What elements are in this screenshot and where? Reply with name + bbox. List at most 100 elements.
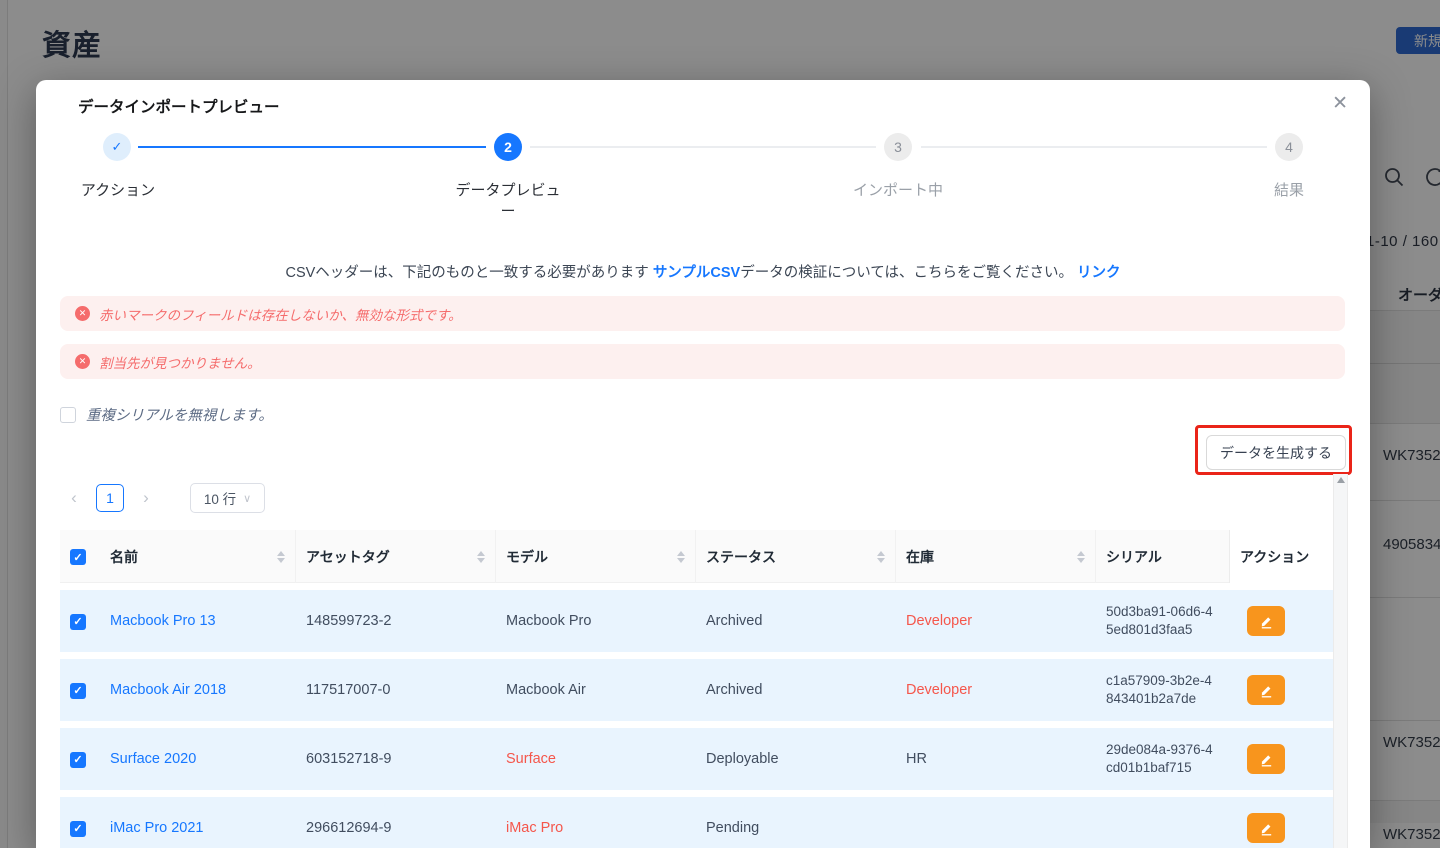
check-icon: ✓ [112,139,123,155]
column-header-serial[interactable]: シリアル [1096,530,1229,583]
step-3-circle: 3 [884,133,912,161]
prev-page-icon[interactable]: ‹ [60,488,88,508]
model-cell: Surface [496,751,696,767]
preview-table: ✓ 名前 アセットタグ モデル ステータス [60,530,1333,848]
edit-row-button[interactable] [1247,744,1285,774]
table-pagination: ‹ 1 › 10 行 ∨ [60,483,265,513]
column-header-asset-tag[interactable]: アセットタグ [296,530,496,583]
serial-cell: 29de084a-9376-4 cd01b1baf715 [1096,741,1229,777]
serial-cell: 50d3ba91-06d6-4 5ed801d3faa5 [1096,603,1229,639]
generate-data-button[interactable]: データを生成する [1206,435,1346,470]
row-checkbox[interactable]: ✓ [70,683,86,699]
status-cell: Archived [696,613,896,629]
row-checkbox[interactable]: ✓ [70,614,86,630]
edit-row-button[interactable] [1247,606,1285,636]
step-4-circle: 4 [1275,133,1303,161]
step-3-label: インポート中 [848,180,948,201]
ignore-duplicates-row: 重複シリアルを無視します。 [60,404,273,425]
asset-tag-cell: 117517007-0 [296,682,496,698]
step-2-circle: 2 [494,133,522,161]
sort-icon[interactable] [877,551,885,563]
scroll-up-icon[interactable] [1337,477,1345,483]
step-4-label: 結果 [1259,180,1319,201]
step-1-label: アクション [78,180,158,201]
column-header-label: 名前 [110,547,138,567]
edit-row-button[interactable] [1247,813,1285,843]
select-all-cell: ✓ [60,548,100,566]
sort-icon[interactable] [277,551,285,563]
stock-cell: HR [896,751,1096,767]
error-alert: ✕ 赤いマークのフィールドは存在しないか、無効な形式です。 [60,296,1345,331]
validation-link[interactable]: リンク [1077,265,1121,281]
serial-cell: c1a57909-3b2e-4 843401b2a7de [1096,672,1229,708]
column-header-action: アクション [1229,530,1333,583]
csv-header-info: CSVヘッダーは、下記のものと一致する必要があります サンプルCSVデータの検証… [36,261,1370,282]
column-header-label: ステータス [706,547,776,567]
serial-line: 5ed801d3faa5 [1106,621,1229,639]
table-row: ✓ Macbook Pro 13 148599723-2 Macbook Pro… [60,583,1333,652]
stock-cell: Developer [896,682,1096,698]
serial-line: cd01b1baf715 [1106,759,1229,777]
asset-tag-cell: 296612694-9 [296,820,496,836]
asset-name-link[interactable]: iMac Pro 2021 [100,820,296,836]
info-text: データの検証については、こちらをご覧ください。 [740,265,1073,281]
column-header-name[interactable]: 名前 [100,530,296,583]
pencil-icon [1259,683,1274,698]
column-header-label: アクション [1240,547,1309,567]
column-header-model[interactable]: モデル [496,530,696,583]
step-connector [530,146,876,148]
error-alert-text: 割当先が見つかりません。 [99,352,261,372]
chevron-down-icon: ∨ [243,492,251,505]
step-number: 2 [504,139,512,155]
serial-line: 50d3ba91-06d6-4 [1106,603,1229,621]
select-all-checkbox[interactable]: ✓ [70,549,86,565]
page-number-button[interactable]: 1 [96,484,124,512]
page-size-value: 10 行 [204,488,236,508]
sort-icon[interactable] [1077,551,1085,563]
edit-row-button[interactable] [1247,675,1285,705]
asset-tag-cell: 148599723-2 [296,613,496,629]
model-cell: iMac Pro [496,820,696,836]
sort-icon[interactable] [477,551,485,563]
step-1-circle: ✓ [103,133,131,161]
step-2-label: データプレビュー [449,180,567,222]
step-connector [921,146,1267,148]
column-header-label: 在庫 [906,547,934,567]
close-icon[interactable]: ✕ [1332,94,1348,113]
table-scrollbar[interactable] [1333,474,1348,848]
asset-name-link[interactable]: Macbook Pro 13 [100,613,296,629]
error-circle-icon: ✕ [75,306,90,321]
sample-csv-link[interactable]: サンプルCSV [653,265,740,281]
model-cell: Macbook Pro [496,613,696,629]
column-header-status[interactable]: ステータス [696,530,896,583]
sort-icon[interactable] [677,551,685,563]
pencil-icon [1259,614,1274,629]
asset-tag-cell: 603152718-9 [296,751,496,767]
row-checkbox[interactable]: ✓ [70,752,86,768]
serial-line: 843401b2a7de [1106,690,1229,708]
table-row: ✓ Macbook Air 2018 117517007-0 Macbook A… [60,652,1333,721]
screen: 資産 新規 1-10 / 160 オーダー WK7352 4905834 WK7… [0,0,1440,848]
model-cell: Macbook Air [496,682,696,698]
table-row: ✓ Surface 2020 603152718-9 Surface Deplo… [60,721,1333,790]
status-cell: Archived [696,682,896,698]
status-cell: Pending [696,820,896,836]
row-checkbox[interactable]: ✓ [70,821,86,837]
next-page-icon[interactable]: › [132,488,160,508]
asset-name-link[interactable]: Macbook Air 2018 [100,682,296,698]
column-header-label: アセットタグ [306,547,390,567]
modal-title: データインポートプレビュー [78,95,280,117]
table-header-row: ✓ 名前 アセットタグ モデル ステータス [60,530,1333,583]
step-number: 4 [1285,139,1293,155]
column-header-label: モデル [506,547,548,567]
step-number: 3 [894,139,902,155]
stock-cell: Developer [896,613,1096,629]
column-header-stock[interactable]: 在庫 [896,530,1096,583]
error-alert-text: 赤いマークのフィールドは存在しないか、無効な形式です。 [99,304,462,324]
asset-name-link[interactable]: Surface 2020 [100,751,296,767]
step-connector [138,146,486,148]
page-size-select[interactable]: 10 行 ∨ [190,483,265,513]
column-header-label: シリアル [1106,547,1162,567]
ignore-duplicates-checkbox[interactable] [60,407,76,423]
table-row: ✓ iMac Pro 2021 296612694-9 iMac Pro Pen… [60,790,1333,848]
